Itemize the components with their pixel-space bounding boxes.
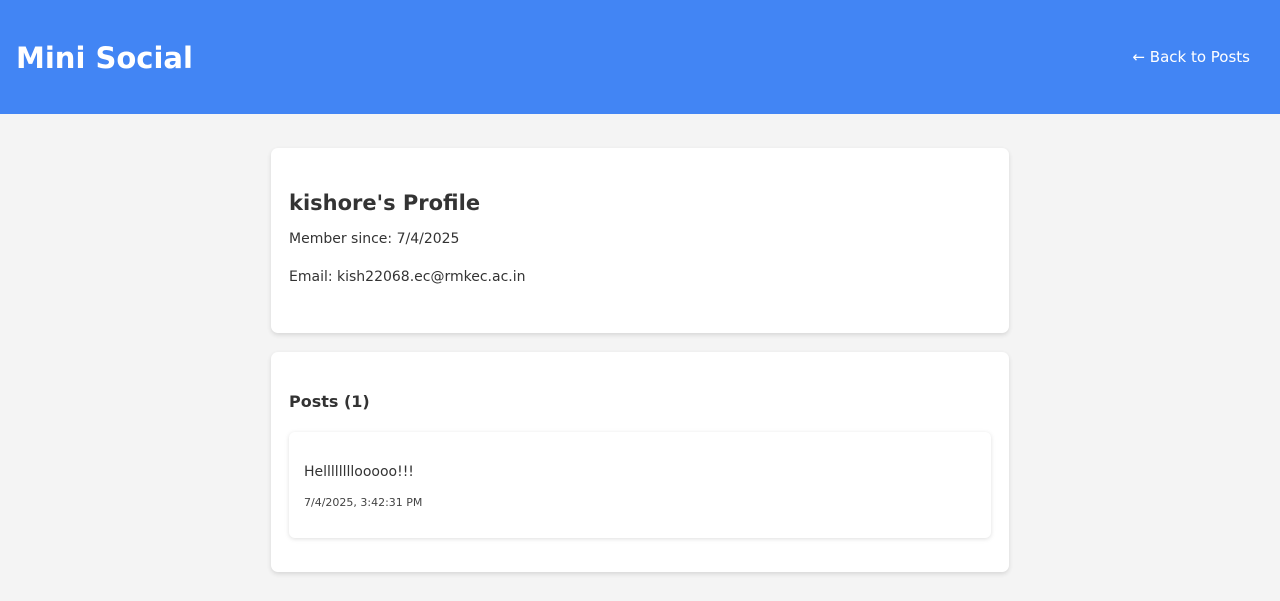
back-to-posts-link[interactable]: ← Back to Posts <box>1132 48 1250 66</box>
app-header: Mini Social ← Back to Posts <box>0 0 1280 114</box>
post-item: Hellllllllooooo!!! 7/4/2025, 3:42:31 PM <box>289 432 991 538</box>
posts-heading: Posts (1) <box>289 392 370 411</box>
post-content: Hellllllllooooo!!! <box>304 464 414 480</box>
post-timestamp: 7/4/2025, 3:42:31 PM <box>304 496 423 509</box>
app-title: Mini Social <box>16 40 193 75</box>
member-since-text: Member since: 7/4/2025 <box>289 231 460 247</box>
email-text: Email: kish22068.ec@rmkec.ac.in <box>289 269 526 285</box>
posts-card: Posts (1) Hellllllllooooo!!! 7/4/2025, 3… <box>271 352 1009 572</box>
profile-card: kishore's Profile Member since: 7/4/2025… <box>271 148 1009 333</box>
profile-title: kishore's Profile <box>289 191 481 215</box>
main-content: kishore's Profile Member since: 7/4/2025… <box>271 148 1009 572</box>
